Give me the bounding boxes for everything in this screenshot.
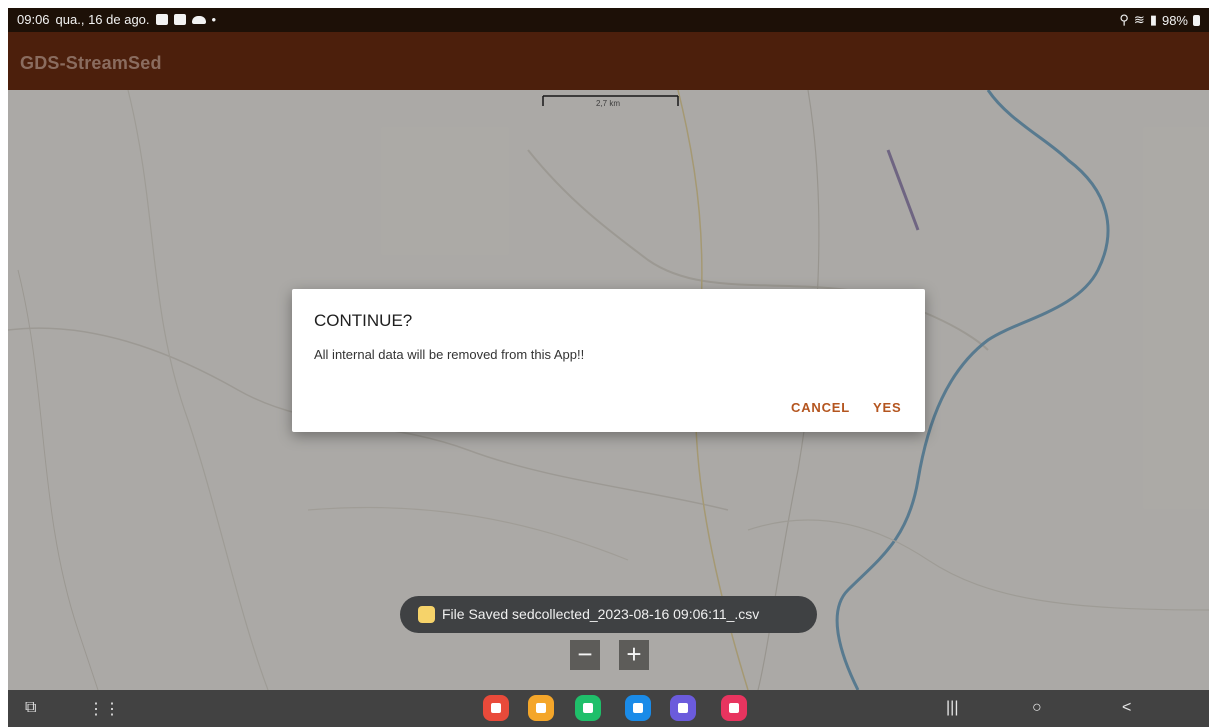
app-drawer-icon[interactable]: ⋮⋮ — [88, 699, 120, 719]
screenshot-icon — [173, 14, 186, 25]
notes-app-icon[interactable] — [483, 695, 509, 721]
confirm-dialog: CONTINUE? All internal data will be remo… — [292, 289, 925, 432]
back-button[interactable]: < — [1122, 699, 1131, 717]
battery-icon — [1193, 14, 1200, 26]
app-notepad-icon — [418, 606, 435, 623]
location-icon: ⚲ — [1119, 12, 1129, 27]
battery-level: 98% — [1161, 12, 1188, 28]
yes-button[interactable]: YES — [873, 400, 901, 415]
signal-icon: ▮ — [1149, 12, 1157, 27]
browser-app-icon[interactable] — [670, 695, 696, 721]
dot-icon: • — [211, 12, 217, 27]
dialog-title: CONTINUE? — [314, 311, 413, 330]
cancel-button[interactable]: CANCEL — [791, 400, 850, 415]
dialog-message: All internal data will be removed from t… — [314, 347, 585, 362]
toast-text: File Saved sedcollected_2023-08-16 09:06… — [442, 606, 760, 622]
status-time: 09:06 — [17, 12, 50, 27]
home-button[interactable]: ○ — [1032, 699, 1042, 717]
toast-notification: File Saved sedcollected_2023-08-16 09:06… — [400, 596, 817, 633]
recents-button[interactable]: ||| — [946, 699, 958, 717]
gallery-icon — [155, 14, 168, 25]
zoom-out-button[interactable]: − — [570, 640, 600, 670]
zoom-in-button[interactable]: + — [619, 640, 649, 670]
screen-share-icon[interactable]: ⧉ — [25, 699, 36, 717]
navigation-bar: ⧉ ⋮⋮ ||| ○ < — [8, 690, 1209, 727]
app-bar: GDS-StreamSed — [8, 32, 1209, 90]
status-date: qua., 16 de ago. — [55, 12, 150, 27]
status-bar: 09:06 qua., 16 de ago. • ⚲ ≋ ▮ 98% — [8, 8, 1209, 32]
cloud-icon — [191, 15, 206, 24]
wifi-icon: ≋ — [1133, 12, 1145, 27]
app-title: GDS-StreamSed — [20, 53, 162, 73]
messages-app-icon[interactable] — [625, 695, 651, 721]
files-app-icon[interactable] — [528, 695, 554, 721]
camera-app-icon[interactable] — [721, 695, 747, 721]
screen-frame: 09:06 qua., 16 de ago. • ⚲ ≋ ▮ 98% GDS-S… — [8, 8, 1209, 727]
phone-app-icon[interactable] — [575, 695, 601, 721]
